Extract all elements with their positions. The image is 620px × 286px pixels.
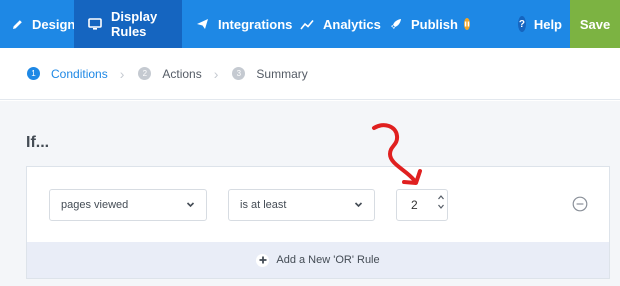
plus-icon <box>256 253 270 267</box>
chevron-right-icon: › <box>213 65 219 82</box>
step-breadcrumb: 1 Conditions › 2 Actions › 3 Summary <box>0 48 620 100</box>
nav-publish[interactable]: Publish <box>376 0 476 48</box>
nav-analytics-label: Analytics <box>323 16 381 32</box>
monitor-icon <box>88 18 102 30</box>
condition-field-select[interactable]: pages viewed <box>49 189 207 221</box>
step-actions[interactable]: 2 Actions <box>138 66 202 81</box>
if-heading: If... <box>26 134 50 151</box>
step-number: 2 <box>138 67 152 80</box>
stepper-down-icon[interactable] <box>437 202 445 211</box>
nav-help-label: Help <box>533 16 562 32</box>
chevron-right-icon: › <box>119 65 125 82</box>
nav-publish-label: Publish <box>411 16 458 32</box>
step-label: Actions <box>162 66 202 81</box>
rocket-icon <box>390 18 402 30</box>
stepper-up-icon[interactable] <box>437 193 445 202</box>
save-button[interactable]: Save <box>570 0 620 48</box>
nav-display-rules-label: Display Rules <box>111 9 158 39</box>
step-label: Conditions <box>51 66 108 81</box>
rules-panel: If... pages viewed is at least 2 Add a N… <box>0 101 620 286</box>
step-label: Summary <box>256 66 308 81</box>
step-number: 3 <box>232 67 246 80</box>
pause-badge-icon <box>463 18 470 30</box>
step-number: 1 <box>27 67 40 80</box>
remove-rule-icon[interactable] <box>572 196 588 217</box>
step-summary[interactable]: 3 Summary <box>232 66 308 81</box>
top-nav: Design Display Rules Integrations Analyt… <box>0 0 620 48</box>
chevron-down-icon <box>186 200 195 212</box>
nav-design-label: Design <box>32 16 76 32</box>
nav-integrations-label: Integrations <box>218 16 293 32</box>
pencil-icon <box>12 19 23 30</box>
rule-group: pages viewed is at least 2 Add a New 'OR… <box>26 166 610 279</box>
condition-value: 2 <box>411 198 418 212</box>
condition-field-value: pages viewed <box>61 199 129 211</box>
annotation-arrow-icon <box>372 123 422 185</box>
chevron-down-icon <box>354 200 363 212</box>
condition-operator-value: is at least <box>240 199 287 211</box>
condition-operator-select[interactable]: is at least <box>228 189 375 221</box>
number-stepper[interactable] <box>437 193 445 211</box>
nav-integrations[interactable]: Integrations <box>182 0 292 48</box>
line-chart-icon <box>300 19 314 30</box>
help-icon: ? <box>518 16 526 32</box>
add-or-rule-label: Add a New 'OR' Rule <box>276 254 380 266</box>
nav-help[interactable]: ? Help <box>510 0 570 48</box>
nav-design[interactable]: Design <box>0 0 76 48</box>
nav-analytics[interactable]: Analytics <box>286 0 381 48</box>
add-or-rule-button[interactable]: Add a New 'OR' Rule <box>27 242 609 278</box>
nav-display-rules[interactable]: Display Rules <box>74 0 182 48</box>
step-conditions[interactable]: 1 Conditions <box>27 67 108 81</box>
paper-plane-icon <box>196 18 209 30</box>
condition-value-input[interactable]: 2 <box>396 189 448 221</box>
